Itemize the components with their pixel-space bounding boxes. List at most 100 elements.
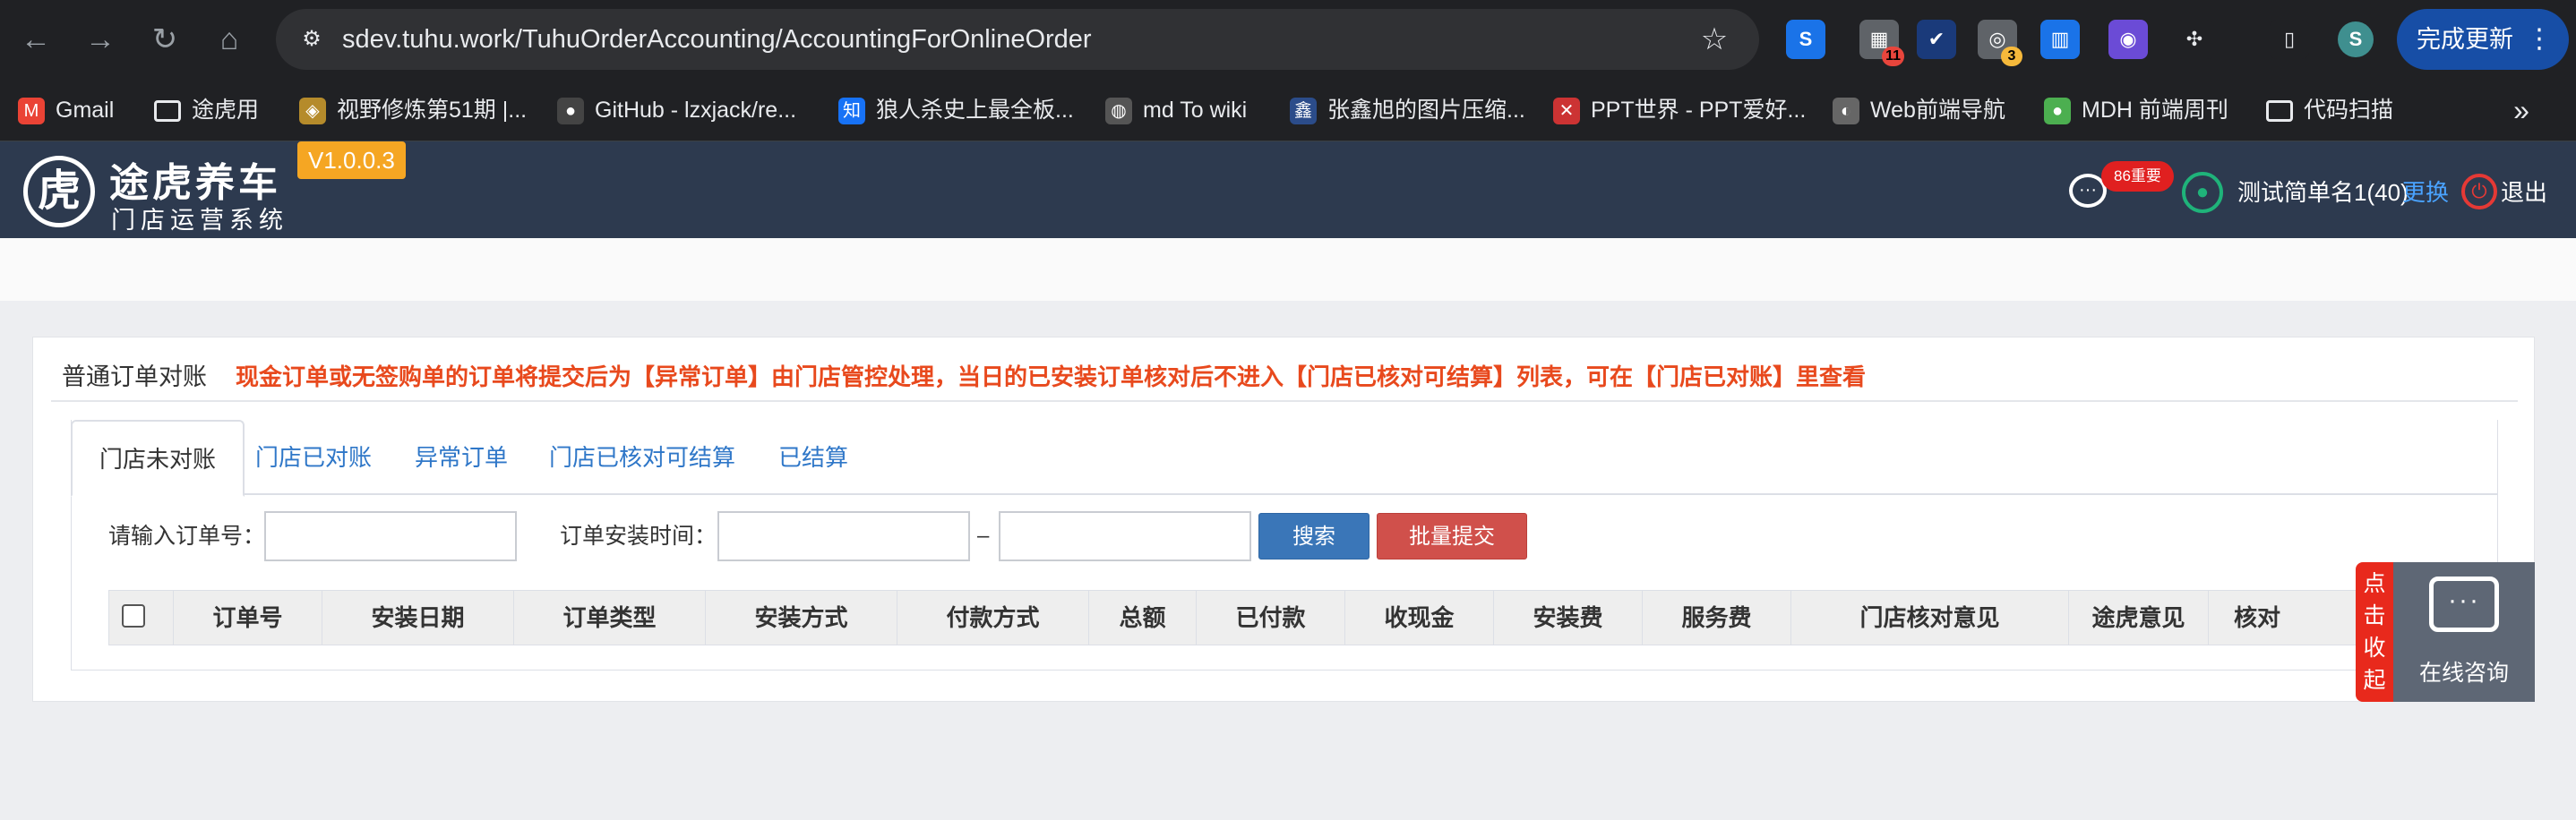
bookmark-label: GitHub - lzxjack/re...	[595, 98, 797, 123]
grid-ext-icon[interactable]: ▦ 11	[1859, 20, 1904, 66]
gmail-icon: M	[18, 98, 45, 125]
bookmark-star-icon[interactable]: ☆	[1696, 21, 1732, 57]
bookmarks-overflow-icon[interactable]: »	[2499, 79, 2544, 141]
bookmark-label: 视野修炼第51期 |...	[337, 98, 528, 123]
collapse-widget-button[interactable]: 点击收起	[2356, 562, 2393, 702]
profile-avatar[interactable]: S	[2338, 21, 2374, 57]
column-header[interactable]: 订单号	[174, 591, 322, 645]
bookmark-item[interactable]: M Gmail	[18, 79, 114, 141]
install-time-from-input[interactable]	[717, 511, 970, 561]
bookmark-label: MDH 前端周刊	[2082, 98, 2228, 123]
penguin-icon: ◐	[1833, 98, 1859, 125]
tab-settled[interactable]: 已结算	[751, 420, 875, 495]
bookmark-label: md To wiki	[1143, 98, 1248, 123]
bookmark-item[interactable]: ◐ Web前端导航	[1833, 79, 2005, 141]
page-title: 普通订单对账	[62, 363, 207, 390]
puzzle-ext-icon[interactable]: ✣	[2175, 20, 2214, 59]
extension-badge: 3	[2001, 47, 2022, 66]
column-header[interactable]: 途虎意见	[2069, 591, 2209, 645]
forward-arrow-icon[interactable]: →	[79, 18, 122, 61]
tab-store-reconciled[interactable]: 门店已对账	[228, 420, 399, 495]
online-consult-widget[interactable]: ··· 在线咨询	[2393, 562, 2535, 702]
home-icon[interactable]: ⌂	[208, 18, 251, 61]
update-button-label: 完成更新	[2417, 26, 2513, 53]
install-time-to-input[interactable]	[999, 511, 1251, 561]
column-header[interactable]: 门店核对意见	[1791, 591, 2069, 645]
bookmark-item[interactable]: ◈ 视野修炼第51期 |...	[299, 79, 527, 141]
s-ext-icon[interactable]: S	[1786, 20, 1825, 59]
bookmark-item[interactable]: 代码扫描	[2266, 79, 2393, 141]
column-header[interactable]: 总额	[1089, 591, 1197, 645]
url-text[interactable]: sdev.tuhu.work/TuhuOrderAccounting/Accou…	[342, 9, 1092, 70]
tab-checked-settleable[interactable]: 门店已核对可结算	[522, 420, 762, 495]
column-header[interactable]: 安装日期	[322, 591, 514, 645]
version-badge: V1.0.0.3	[297, 141, 406, 179]
globe-icon: ◍	[1105, 98, 1132, 125]
github-icon: ●	[557, 98, 584, 125]
order-number-label: 请输入订单号：	[108, 524, 266, 549]
batch-submit-button[interactable]: 批量提交	[1377, 513, 1527, 559]
bookmark-item[interactable]: ✕ PPT世界 - PPT爱好...	[1553, 79, 1806, 141]
mdh-icon: ●	[2044, 98, 2071, 125]
column-header[interactable]: 服务费	[1643, 591, 1791, 645]
user-name: 测试简单名1(40)	[2237, 179, 2409, 206]
tab-abnormal-orders[interactable]: 异常订单	[388, 420, 535, 495]
update-button[interactable]: 完成更新 ⋮	[2397, 9, 2569, 70]
table-header: 订单号 安装日期 订单类型 安装方式 付款方式 总额 已付款 收现金 安装费 服务费 门店核对意见途…	[108, 590, 2482, 645]
logout-link[interactable]: 退出	[2501, 170, 2547, 215]
bookmark-label: 张鑫旭的图片压缩...	[1327, 98, 1525, 123]
bookmark-item[interactable]: ◍ md To wiki	[1105, 79, 1247, 141]
app-header: 虎 途虎养车 门店运营系统 V1.0.0.3 ··· 86重要 ● 测试简单名1…	[0, 141, 2576, 238]
sidepanel-icon[interactable]: ▯	[2270, 20, 2309, 59]
zhihu-icon: 知	[838, 98, 865, 125]
select-all-cell	[109, 591, 174, 645]
site-settings-icon[interactable]: ⚙	[294, 25, 330, 54]
robot-ext-icon[interactable]: ◉	[2108, 20, 2148, 59]
column-header[interactable]: 已付款	[1197, 591, 1345, 645]
check-ext-icon[interactable]: ✔	[1917, 20, 1956, 59]
bookmark-item[interactable]: ● GitHub - lzxjack/re...	[557, 79, 796, 141]
message-badge[interactable]: 86重要	[2101, 161, 2174, 192]
power-icon[interactable]: ⏻	[2461, 174, 2497, 209]
divider	[51, 400, 2518, 402]
install-time-label: 订单安装时间：	[560, 524, 717, 549]
column-header[interactable]: 订单类型	[514, 591, 706, 645]
menu-dots-icon: ⋮	[2526, 24, 2553, 54]
reload-icon[interactable]: ↻	[143, 18, 186, 61]
circle-ext-icon[interactable]: ◎ 3	[1978, 20, 2022, 66]
bookmark-item[interactable]: 途虎用	[154, 79, 259, 141]
bookmark-label: 途虎用	[192, 98, 260, 123]
bookmark-label: Gmail	[56, 98, 115, 123]
select-all-checkbox[interactable]	[122, 604, 145, 628]
column-header[interactable]: 核对	[2209, 591, 2370, 645]
address-bar[interactable]: ⚙ sdev.tuhu.work/TuhuOrderAccounting/Acc…	[276, 9, 1759, 70]
bookmarks-bar: M Gmail 途虎用 ◈ 视野修炼第51期 |... ● GitHub - lzxjack…	[0, 79, 2576, 141]
bookmark-item[interactable]: ● MDH 前端周刊	[2044, 79, 2228, 141]
online-consult-label: 在线咨询	[2418, 661, 2509, 686]
search-button[interactable]: 搜索	[1258, 513, 1370, 559]
bookmark-label: Web前端导航	[1870, 98, 2005, 123]
brand-subtitle: 门店运营系统	[111, 207, 288, 234]
breadcrumb-strip	[0, 238, 2576, 301]
switch-user-link[interactable]: 更换	[2402, 170, 2449, 215]
user-icon: ●	[2182, 172, 2223, 213]
xin-icon: 鑫	[1290, 98, 1317, 125]
bookmark-item[interactable]: 知狼人杀史上最全板...	[838, 79, 1074, 141]
date-range-dash: –	[977, 524, 990, 548]
ppt-icon: ✕	[1553, 98, 1580, 125]
back-arrow-icon[interactable]: ←	[14, 18, 57, 61]
column-header[interactable]: 安装方式	[706, 591, 897, 645]
folder-icon	[2266, 100, 2293, 123]
reconciliation-card: 普通订单对账 现金订单或无签购单的订单将提交后为【异常订单】由门店管控处理，当日…	[32, 337, 2535, 702]
folder-icon	[154, 100, 181, 123]
order-number-input[interactable]	[264, 511, 517, 561]
column-header[interactable]: 付款方式	[897, 591, 1089, 645]
column-header[interactable]: 收现金	[1345, 591, 1494, 645]
bookmark-label: 代码扫描	[2304, 98, 2394, 123]
bookmark-label: 狼人杀史上最全板...	[876, 98, 1074, 123]
tab-store-unreconciled[interactable]: 门店未对账	[71, 420, 245, 497]
bookmark-item[interactable]: 鑫张鑫旭的图片压缩...	[1290, 79, 1525, 141]
layout-ext-icon[interactable]: ▥	[2040, 20, 2080, 59]
notice-text: 现金订单或无签购单的订单将提交后为【异常订单】由门店管控处理，当日的已安装订单核…	[236, 363, 1867, 390]
column-header[interactable]: 安装费	[1494, 591, 1643, 645]
